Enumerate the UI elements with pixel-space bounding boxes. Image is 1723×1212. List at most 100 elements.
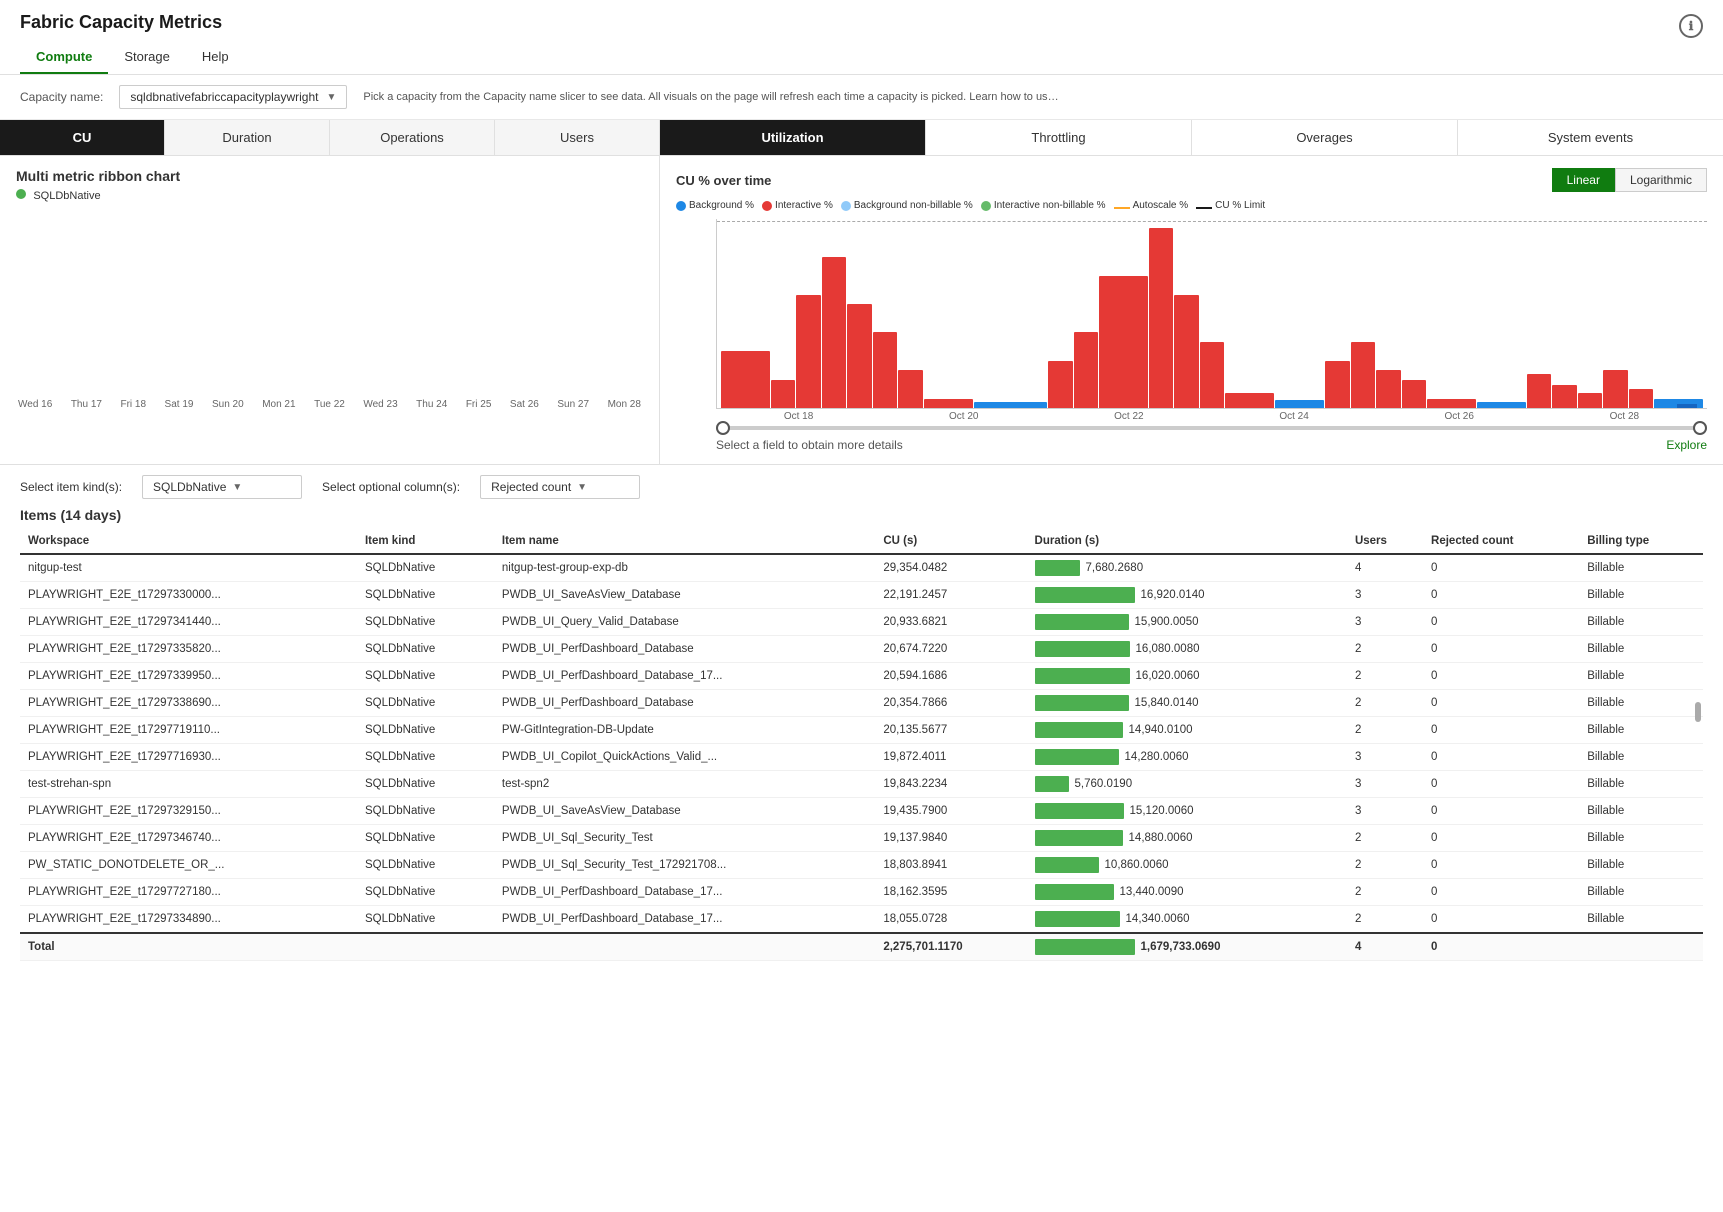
cu-bars-container	[717, 219, 1707, 408]
cu-bar	[1376, 370, 1400, 408]
capacity-dropdown[interactable]: sqldbnativefabriccapacityplaywright ▼	[119, 85, 347, 109]
cell-cu: 18,803.8941	[875, 852, 1026, 879]
cu-chart-title: CU % over time	[676, 173, 771, 188]
tab-cu[interactable]: CU	[0, 120, 165, 155]
col-duration: Duration (s)	[1027, 529, 1347, 554]
slider-left-handle[interactable]	[716, 421, 730, 435]
cell-users: 2	[1347, 825, 1423, 852]
scale-logarithmic-button[interactable]: Logarithmic	[1615, 168, 1707, 192]
cell-billing: Billable	[1579, 879, 1703, 906]
cu-bar	[847, 304, 871, 408]
item-kind-label: Select item kind(s):	[20, 480, 122, 494]
table-header-row: Workspace Item kind Item name CU (s) Dur…	[20, 529, 1703, 554]
legend-autoscale-label: Autoscale %	[1133, 200, 1189, 211]
cu-bar	[1552, 385, 1576, 408]
total-duration-bar	[1035, 939, 1135, 955]
table-row: PLAYWRIGHT_E2E_t17297339950... SQLDbNati…	[20, 663, 1703, 690]
cu-chart-area: CU % over time Linear Logarithmic Backgr…	[660, 156, 1723, 464]
range-slider[interactable]	[716, 426, 1707, 430]
legend-bg-nonbillable-color	[841, 201, 851, 211]
scrollbar-thumb[interactable]	[1695, 702, 1701, 722]
table-row: PLAYWRIGHT_E2E_t17297330000... SQLDbNati…	[20, 582, 1703, 609]
cell-cu: 19,137.9840	[875, 825, 1026, 852]
total-cu: 2,275,701.1170	[875, 933, 1026, 961]
capacity-chevron-icon: ▼	[326, 92, 336, 103]
cell-item-name: PWDB_UI_PerfDashboard_Database_17...	[494, 906, 875, 934]
cell-duration: 7,680.2680	[1027, 554, 1347, 582]
ribbon-chart	[16, 210, 643, 395]
explore-link[interactable]: Explore	[1666, 438, 1707, 452]
table-row: test-strehan-spn SQLDbNative test-spn2 1…	[20, 771, 1703, 798]
tab-users[interactable]: Users	[495, 120, 659, 155]
table-row: PLAYWRIGHT_E2E_t17297334890... SQLDbNati…	[20, 906, 1703, 934]
limit-indicator	[1677, 404, 1697, 408]
cell-item-kind: SQLDbNative	[357, 636, 494, 663]
total-duration: 1,679,733.0690	[1027, 933, 1347, 961]
cell-rejected: 0	[1423, 906, 1579, 934]
table-row: PLAYWRIGHT_E2E_t17297719110... SQLDbNati…	[20, 717, 1703, 744]
nav-storage[interactable]: Storage	[108, 41, 186, 74]
cell-duration: 13,440.0090	[1027, 879, 1347, 906]
optional-col-dropdown[interactable]: Rejected count ▼	[480, 475, 640, 499]
cell-workspace: test-strehan-spn	[20, 771, 357, 798]
cu-bar	[1099, 276, 1148, 408]
left-tab-bar: CU Duration Operations Users	[0, 120, 659, 156]
cell-workspace: PLAYWRIGHT_E2E_t17297727180...	[20, 879, 357, 906]
cu-bar	[771, 380, 795, 408]
bottom-section: Select item kind(s): SQLDbNative ▼ Selec…	[0, 464, 1723, 961]
duration-bar	[1035, 749, 1119, 765]
cell-billing: Billable	[1579, 582, 1703, 609]
cell-users: 3	[1347, 798, 1423, 825]
cu-bar	[1629, 389, 1653, 408]
tab-duration[interactable]: Duration	[165, 120, 330, 155]
cell-rejected: 0	[1423, 852, 1579, 879]
cell-cu: 20,354.7866	[875, 690, 1026, 717]
slider-right-handle[interactable]	[1693, 421, 1707, 435]
cell-billing: Billable	[1579, 771, 1703, 798]
cell-billing: Billable	[1579, 554, 1703, 582]
cell-users: 2	[1347, 717, 1423, 744]
cell-duration: 15,840.0140	[1027, 690, 1347, 717]
nav-compute[interactable]: Compute	[20, 41, 108, 74]
table-container: Workspace Item kind Item name CU (s) Dur…	[20, 529, 1703, 961]
cell-item-name: PW-GitIntegration-DB-Update	[494, 717, 875, 744]
cell-rejected: 0	[1423, 554, 1579, 582]
info-icon[interactable]: ℹ	[1679, 14, 1703, 38]
legend-interactive-label: Interactive %	[775, 200, 833, 211]
legend-cu-limit: CU % Limit	[1196, 200, 1265, 211]
scale-linear-button[interactable]: Linear	[1552, 168, 1615, 192]
cell-rejected: 0	[1423, 663, 1579, 690]
cu-bar-blue	[1275, 400, 1324, 408]
cell-cu: 22,191.2457	[875, 582, 1026, 609]
duration-bar	[1035, 614, 1129, 630]
cell-users: 3	[1347, 609, 1423, 636]
legend-int-nonbillable-color	[981, 201, 991, 211]
right-panel: Utilization Throttling Overages System e…	[660, 120, 1723, 464]
cell-duration: 14,940.0100	[1027, 717, 1347, 744]
cell-users: 3	[1347, 771, 1423, 798]
tab-throttling[interactable]: Throttling	[926, 120, 1192, 155]
cell-workspace: PLAYWRIGHT_E2E_t17297334890...	[20, 906, 357, 934]
legend-int-nonbillable: Interactive non-billable %	[981, 200, 1106, 211]
capacity-bar: Capacity name: sqldbnativefabriccapacity…	[0, 75, 1723, 120]
duration-bar	[1035, 587, 1135, 603]
right-tab-bar: Utilization Throttling Overages System e…	[660, 120, 1723, 156]
main-content: CU Duration Operations Users Multi metri…	[0, 120, 1723, 464]
cu-bar	[1578, 393, 1602, 408]
cu-bar	[1174, 295, 1198, 408]
cell-item-name: PWDB_UI_PerfDashboard_Database_17...	[494, 663, 875, 690]
legend-autoscale-line	[1114, 207, 1130, 209]
cell-workspace: PLAYWRIGHT_E2E_t17297330000...	[20, 582, 357, 609]
tab-utilization[interactable]: Utilization	[660, 120, 926, 155]
cell-duration: 16,920.0140	[1027, 582, 1347, 609]
tab-operations[interactable]: Operations	[330, 120, 495, 155]
item-kind-dropdown[interactable]: SQLDbNative ▼	[142, 475, 302, 499]
xaxis-oct20: Oct 20	[949, 411, 978, 422]
cell-users: 3	[1347, 744, 1423, 771]
tab-overages[interactable]: Overages	[1192, 120, 1458, 155]
nav-help[interactable]: Help	[186, 41, 245, 74]
cu-bar	[1149, 228, 1173, 408]
cu-bar-blue	[1477, 402, 1526, 408]
tab-system-events[interactable]: System events	[1458, 120, 1723, 155]
capacity-value: sqldbnativefabriccapacityplaywright	[130, 90, 318, 104]
